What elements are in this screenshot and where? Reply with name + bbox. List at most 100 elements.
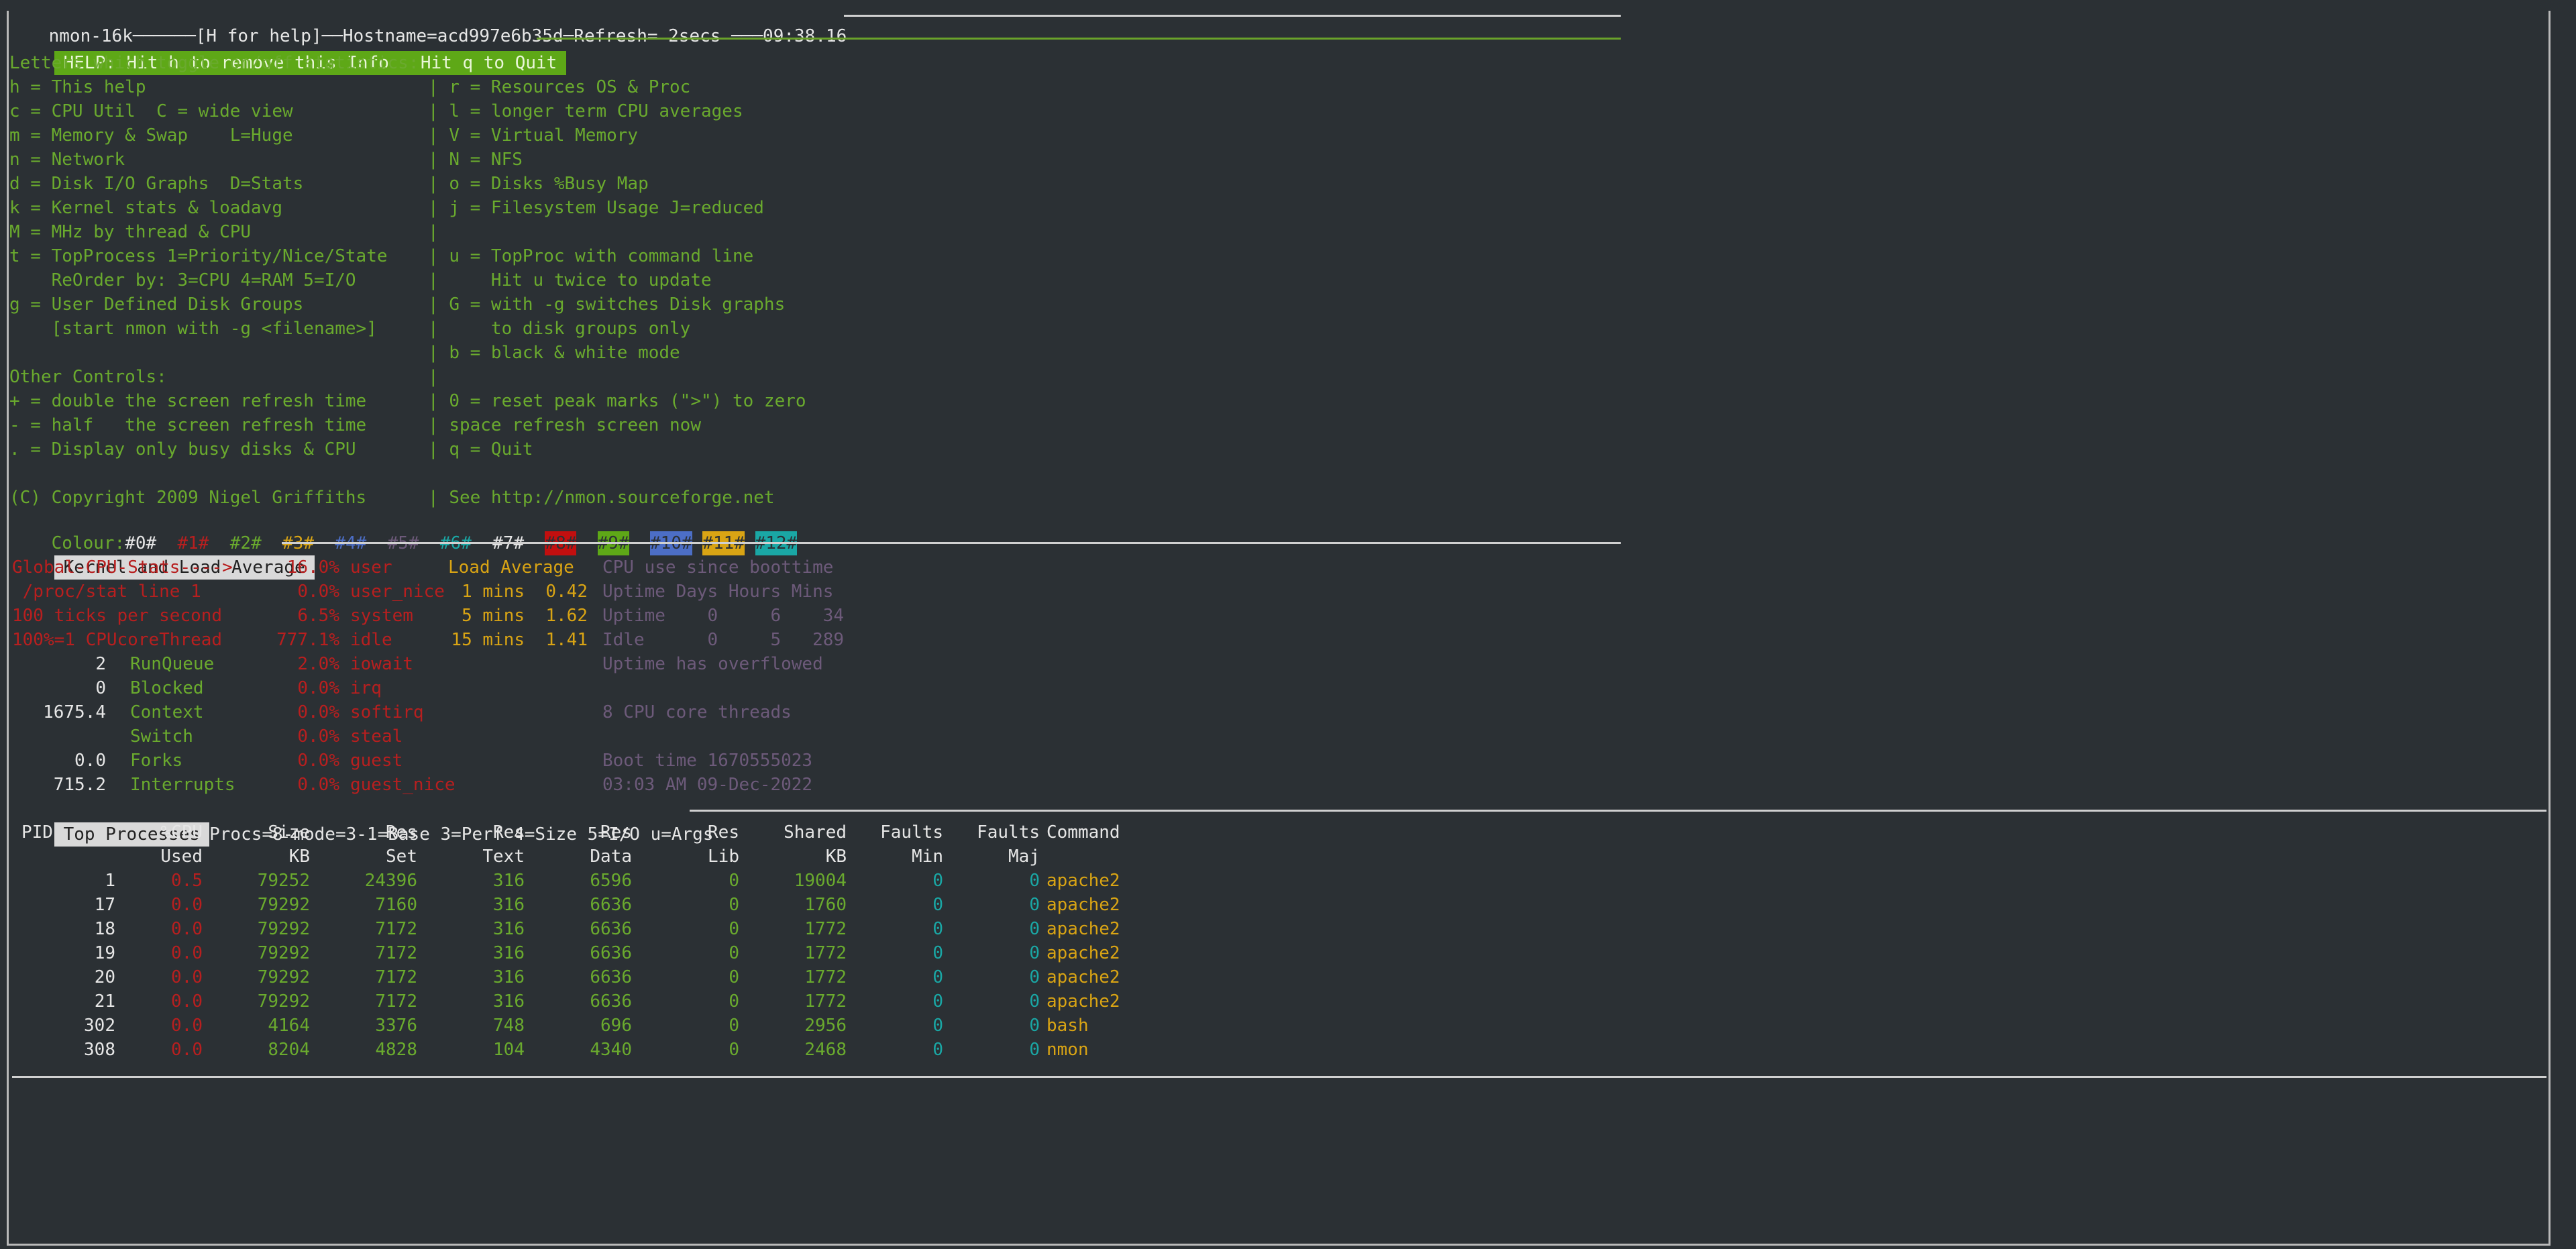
cpu-stats-label: 100 ticks per second: [12, 606, 223, 626]
table-cell: 4828: [375, 1040, 417, 1060]
counter-cell: 0.0 Forks: [12, 749, 270, 773]
table-row[interactable]: 17 0.0 79292 7160 316 6636 0 1760 0 0 apache2: [13, 893, 1147, 917]
cpu-percent: 777.1%: [276, 630, 339, 650]
table-cell: 7172: [375, 919, 417, 939]
load-cell: 5 mins 1.62: [448, 604, 602, 628]
table-cell: 0.0: [171, 1040, 203, 1060]
table-cell: 7172: [375, 991, 417, 1012]
table-cell: 4164: [268, 1016, 310, 1036]
process-table: PID %CPU Size Res Res Res Res Shared Faults Fault…: [13, 820, 1147, 1062]
load-value: 1.62: [545, 606, 588, 626]
help-line: h = This help | r = Resources OS & Proc: [9, 75, 690, 99]
load-cell: 1 mins 0.42: [448, 580, 602, 604]
table-cell: 0: [1029, 919, 1040, 939]
load-value: 0.42: [545, 582, 588, 602]
column-header: Text: [482, 847, 525, 867]
help-line: Other Controls: |: [9, 365, 449, 389]
help-separator: |: [428, 125, 449, 146]
help-separator: |: [428, 246, 449, 266]
counter-value: 2: [95, 654, 106, 674]
table-cell: 17: [94, 895, 115, 915]
column-header: Used: [160, 847, 203, 867]
table-cell: apache2: [1046, 871, 1120, 891]
table-cell: 0: [729, 895, 739, 915]
counter-label: Forks: [130, 751, 183, 771]
help-left-text: m = Memory & Swap L=Huge: [9, 125, 293, 146]
counter-label: Blocked: [130, 678, 204, 698]
table-row[interactable]: 21 0.0 79292 7172 316 6636 0 1772 0 0 apache2: [13, 989, 1147, 1014]
help-separator: |: [428, 294, 449, 315]
cpu-cell: 0.0% guest_nice: [270, 773, 455, 797]
table-cell: 316: [493, 871, 525, 891]
column-header: Faults: [977, 822, 1040, 843]
cpu-label: irq: [350, 678, 382, 698]
help-right-text: o = Disks %Busy Map: [449, 174, 649, 194]
terminal-window[interactable]: nmon-16k──────[H for help]──Hostname=acd…: [0, 0, 2576, 1249]
column-header: KB: [825, 847, 847, 867]
kernel-line: 100 ticks per second 6.5% system 5 mins 1.62…: [12, 604, 844, 628]
help-line: [start nmon with -g <filename>] | to disk…: [9, 317, 691, 341]
cpu-label: idle: [350, 630, 392, 650]
boot-info: Uptime has overflowed: [602, 654, 823, 674]
counter-value: 1675.4: [43, 702, 106, 722]
kernel-line: Global-CPU-Stats----> 16.0% user Load Avera…: [12, 555, 833, 580]
help-separator: |: [428, 198, 449, 218]
column-header: Res: [386, 822, 417, 843]
help-separator: |: [428, 319, 449, 339]
cpu-cell: 0.0% guest: [270, 749, 448, 773]
table-cell: 1772: [804, 991, 847, 1012]
cpu-cell: 6.5% system: [270, 604, 448, 628]
boot-info: 03:03 AM 09-Dec-2022: [602, 775, 813, 795]
title-rule: [844, 15, 1621, 17]
help-line: ReOrder by: 3=CPU 4=RAM 5=I/O | Hit u twi…: [9, 268, 712, 292]
table-cell: 316: [493, 991, 525, 1012]
help-rule: [537, 38, 1621, 40]
table-row[interactable]: 20 0.0 79292 7172 316 6636 0 1772 0 0 apache2: [13, 965, 1147, 989]
help-line: (C) Copyright 2009 Nigel Griffiths | See …: [9, 486, 775, 510]
table-row[interactable]: 302 0.0 4164 3376 748 696 0 2956 0 0 bash: [13, 1014, 1147, 1038]
table-cell: 0.0: [171, 967, 203, 987]
table-row[interactable]: 19 0.0 79292 7172 316 6636 0 1772 0 0 apache2: [13, 941, 1147, 965]
table-cell: 1760: [804, 895, 847, 915]
table-row[interactable]: 308 0.0 8204 4828 104 4340 0 2468 0 0 nmon: [13, 1038, 1147, 1062]
table-cell: 19: [94, 943, 115, 963]
table-cell: 316: [493, 895, 525, 915]
help-right-text: Hit u twice to update: [449, 270, 712, 290]
cpu-cell: 0.0% softirq: [270, 700, 448, 724]
help-left-text: [start nmon with -g <filename>]: [9, 319, 377, 339]
column-header: Min: [912, 847, 943, 867]
table-cell: 0.0: [171, 1016, 203, 1036]
table-cell: 0: [1029, 871, 1040, 891]
counter-label: Switch: [130, 726, 193, 747]
boot-info: Boot time 1670555023: [602, 751, 813, 771]
boot-info: 8 CPU core threads: [602, 702, 792, 722]
table-cell: 7172: [375, 943, 417, 963]
table-cell: 6596: [590, 871, 632, 891]
table-cell: 79292: [257, 943, 310, 963]
cpu-percent: 0.0%: [297, 751, 339, 771]
help-left-text: . = Display only busy disks & CPU: [9, 439, 356, 459]
table-cell: 0: [1029, 1040, 1040, 1060]
load-cell: 15 mins 1.41: [448, 628, 602, 652]
counter-cell: 715.2 Interrupts: [12, 773, 270, 797]
boot-info: Idle 0 5 289: [602, 630, 845, 650]
help-right-text: 0 = reset peak marks (">") to zero: [449, 391, 806, 411]
counter-label: Context: [130, 702, 204, 722]
help-header-row: HELP: Hit h to remove this Info Hit q to…: [12, 27, 567, 75]
cpu-cell: 777.1% idle: [270, 628, 448, 652]
help-right-text: N = NFS: [449, 150, 523, 170]
table-cell: 19004: [794, 871, 847, 891]
kernel-line: 0 Blocked 0.0% irq: [12, 676, 602, 700]
table-cell: 316: [493, 943, 525, 963]
table-cell: 0: [1029, 943, 1040, 963]
table-row[interactable]: 18 0.0 79292 7172 316 6636 0 1772 0 0 apache2: [13, 917, 1147, 941]
table-cell: 79292: [257, 895, 310, 915]
help-left-text: ReOrder by: 3=CPU 4=RAM 5=I/O: [9, 270, 356, 290]
table-row[interactable]: 1 0.5 79252 24396 316 6596 0 19004 0 0 apache2: [13, 869, 1147, 893]
help-separator: |: [428, 222, 449, 242]
table-cell: 0: [1029, 895, 1040, 915]
counter-value: 715.2: [53, 775, 106, 795]
help-left-text: Other Controls:: [9, 367, 167, 387]
table-cell: 24396: [364, 871, 417, 891]
table-cell: 104: [493, 1040, 525, 1060]
